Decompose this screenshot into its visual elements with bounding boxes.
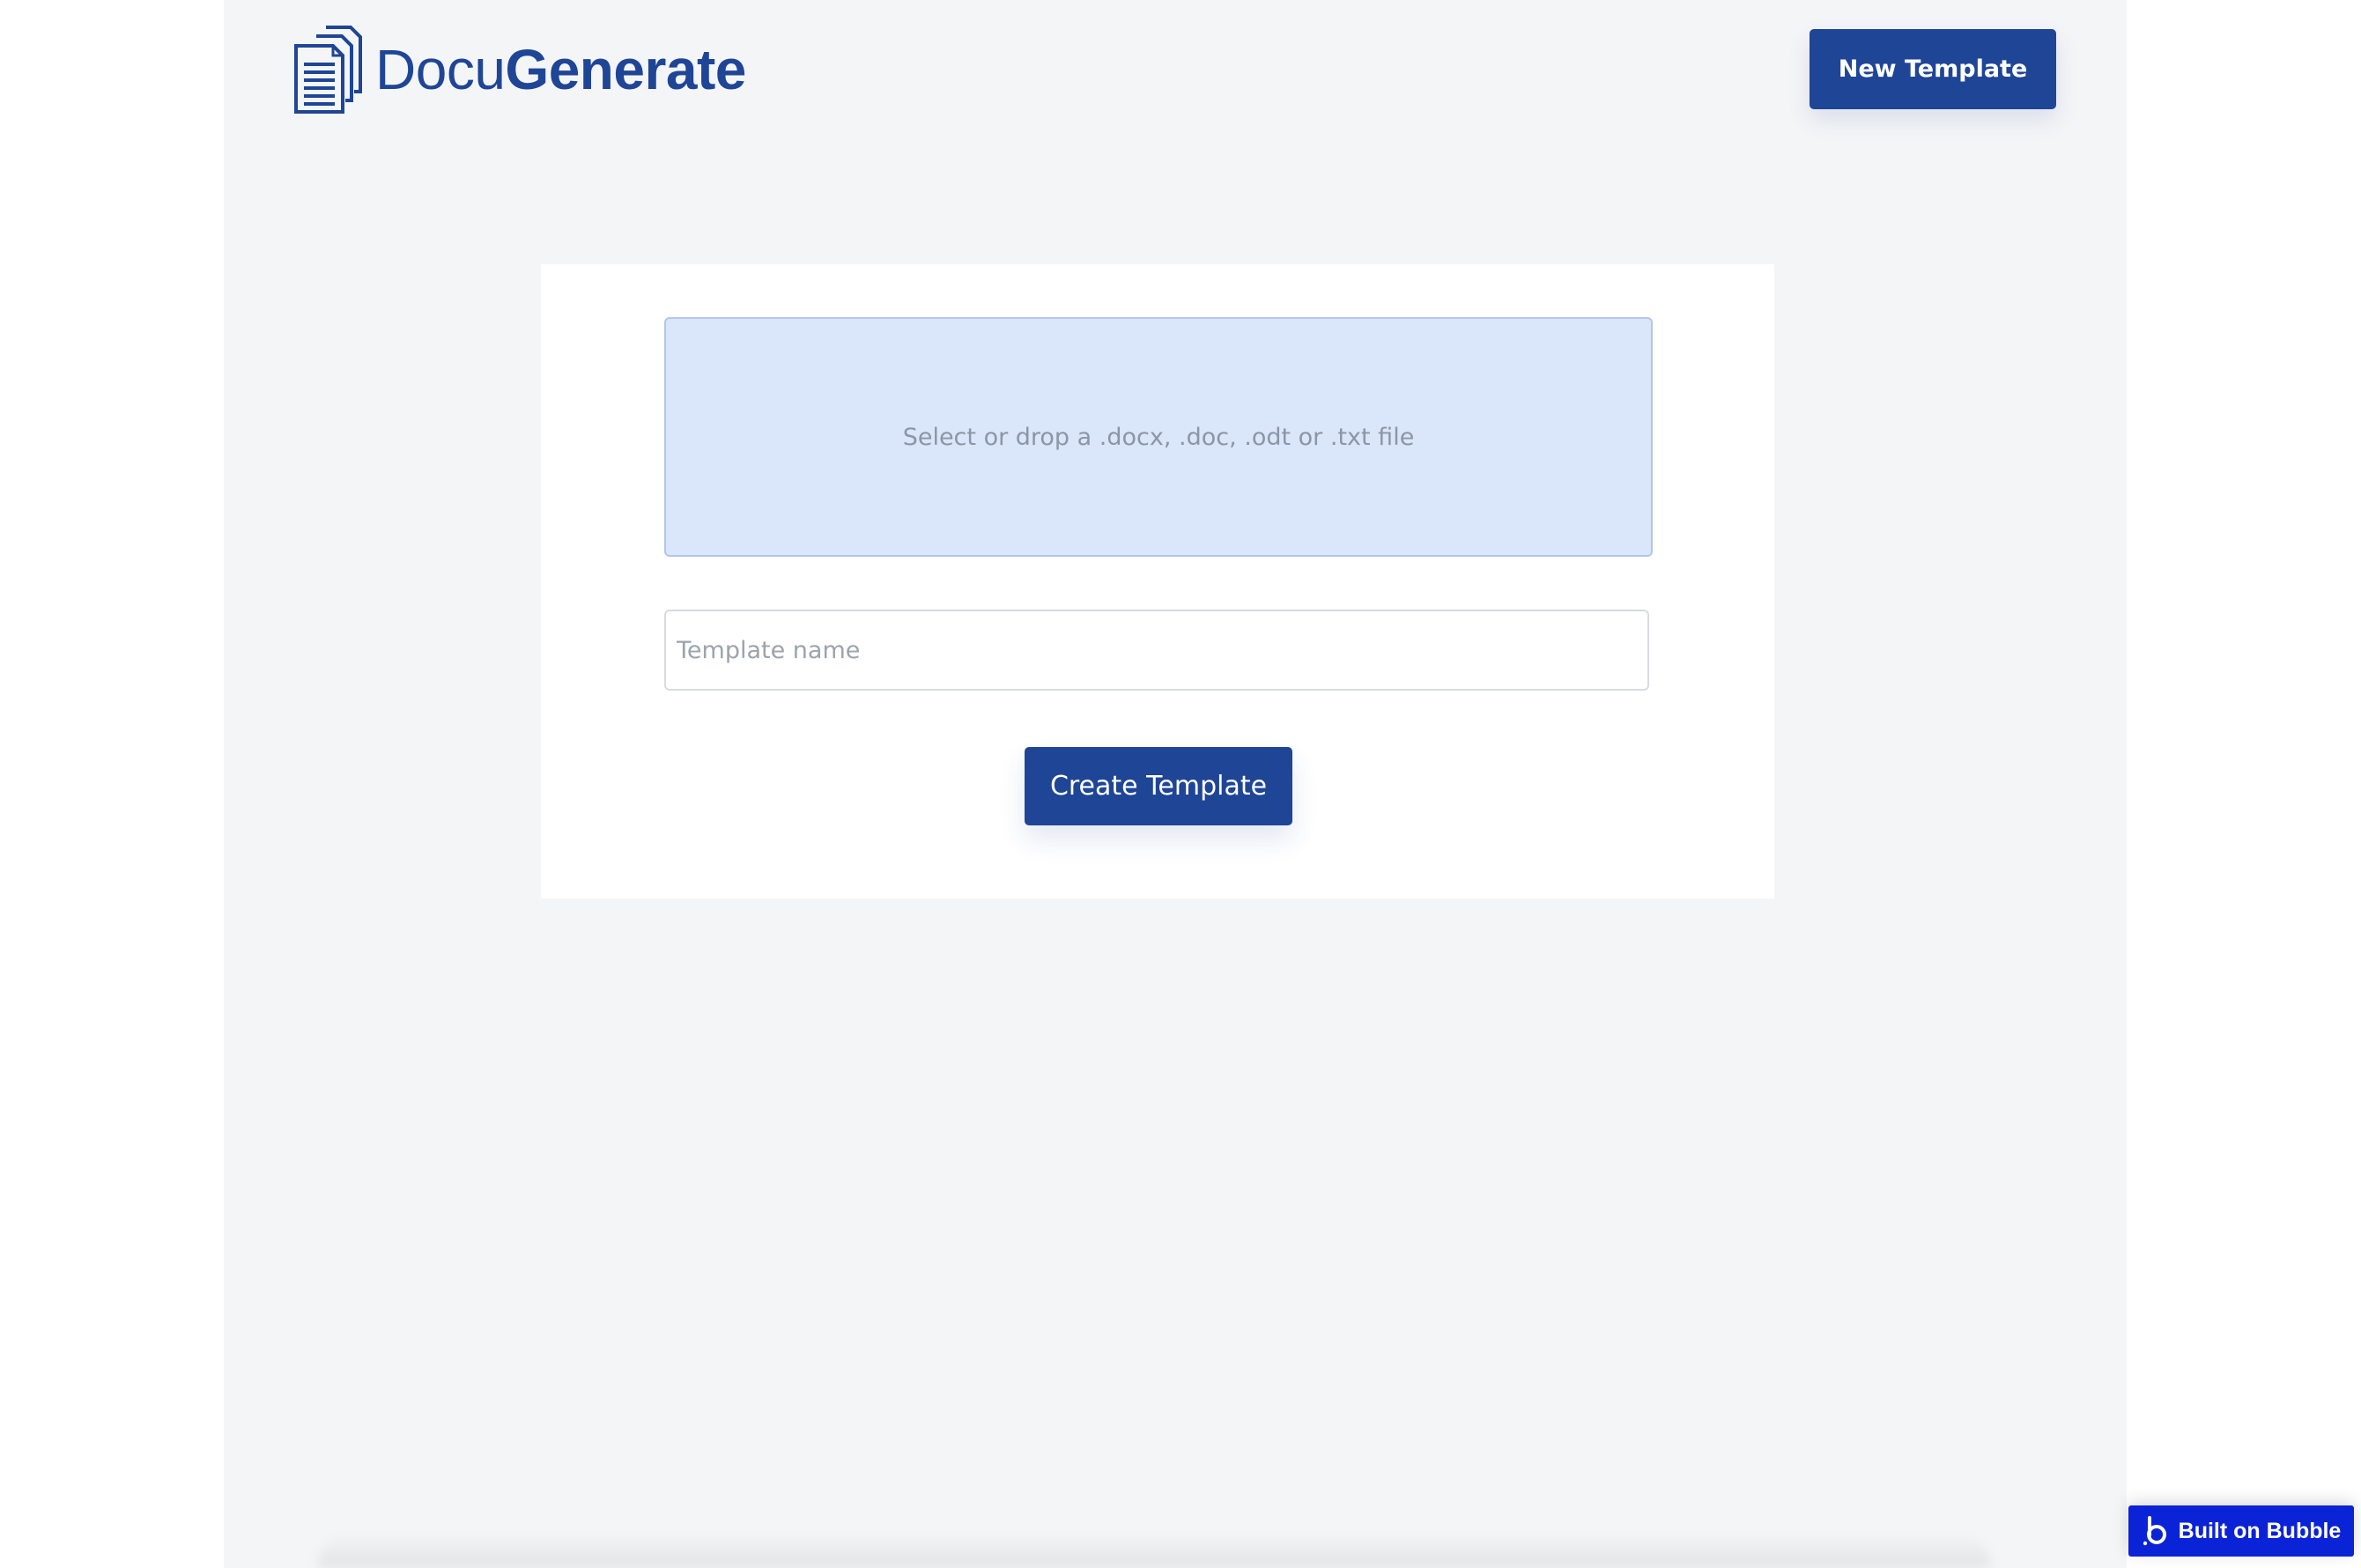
built-on-bubble-badge[interactable]: Built on Bubble xyxy=(2128,1505,2354,1557)
main-column: DocuGenerate New Template Select or drop… xyxy=(224,0,2127,1568)
page: DocuGenerate New Template Select or drop… xyxy=(0,0,2361,1568)
app-logo[interactable]: DocuGenerate xyxy=(292,25,746,115)
footer-shadow xyxy=(317,1533,1991,1568)
documents-icon xyxy=(294,26,362,114)
logo-text-bold: Generate xyxy=(505,38,746,101)
logo-wordmark: DocuGenerate xyxy=(375,41,746,98)
bubble-logo-icon xyxy=(2143,1516,2166,1546)
new-template-button[interactable]: New Template xyxy=(1810,29,2056,109)
dropzone-text: Select or drop a .docx, .doc, .odt or .t… xyxy=(902,423,1415,451)
create-template-button[interactable]: Create Template xyxy=(1025,747,1292,825)
template-name-input[interactable] xyxy=(664,610,1649,691)
badge-text: Built on Bubble xyxy=(2178,1518,2342,1543)
create-template-card: Select or drop a .docx, .doc, .odt or .t… xyxy=(541,264,1774,899)
file-dropzone[interactable]: Select or drop a .docx, .doc, .odt or .t… xyxy=(664,317,1653,557)
logo-text-light: Docu xyxy=(375,38,506,101)
